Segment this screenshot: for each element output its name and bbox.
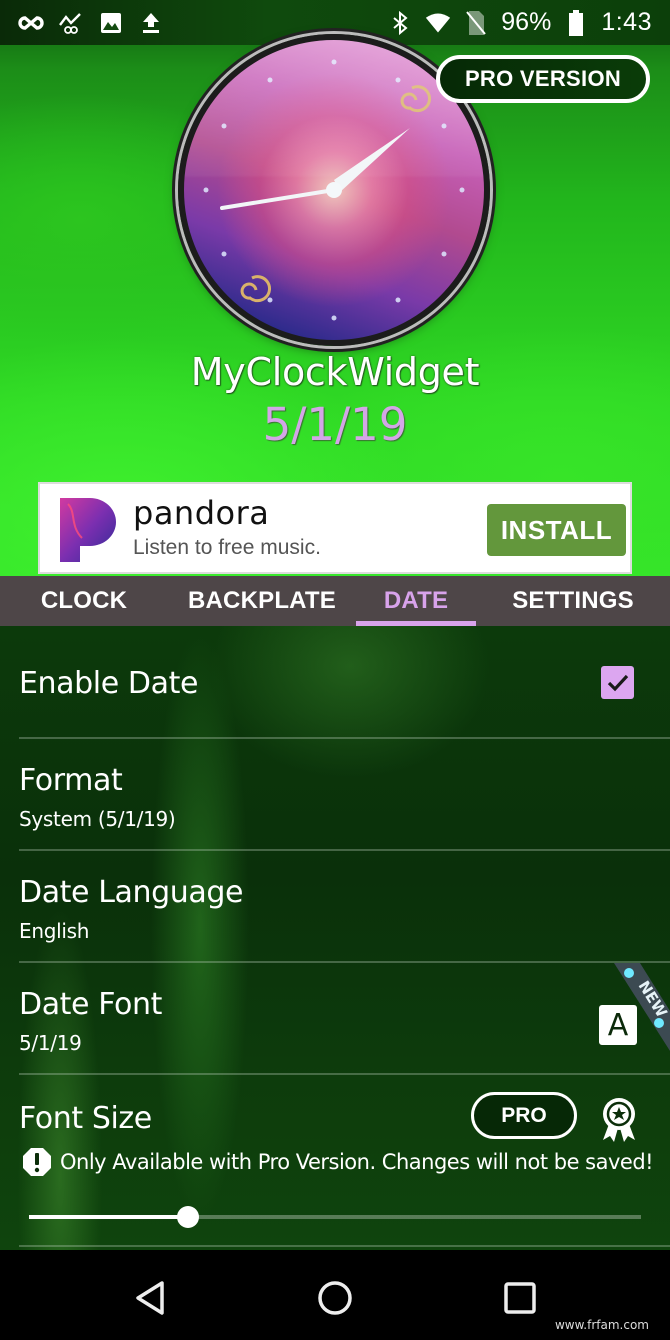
slider-thumb[interactable]: [177, 1206, 200, 1228]
warning-text: Only Available with Pro Version. Changes…: [60, 1150, 654, 1174]
setting-title: Enable Date: [19, 666, 199, 701]
slider-fill: [29, 1215, 189, 1219]
watermark: www.frfam.com: [554, 1318, 649, 1332]
setting-title: Date Font: [19, 987, 162, 1022]
award-icon[interactable]: [597, 1096, 641, 1142]
navigation-bar: www.frfam.com: [0, 1250, 670, 1340]
pandora-logo-icon: [60, 498, 116, 562]
ad-banner[interactable]: pandora Listen to free music. INSTALL: [38, 482, 632, 574]
pro-button[interactable]: PRO: [471, 1092, 577, 1139]
battery-percent: 96%: [501, 8, 552, 36]
minute-hand: [220, 188, 336, 210]
home-icon[interactable]: [315, 1278, 355, 1318]
setting-date-font[interactable]: Date Font 5/1/19 A NEW: [19, 963, 670, 1075]
new-badge-icon: NEW: [614, 963, 670, 1051]
pro-warning: Only Available with Pro Version. Changes…: [22, 1147, 654, 1177]
setting-font-size: Font Size PRO Only Available with Pro Ve…: [19, 1075, 670, 1247]
image-icon: [98, 10, 124, 36]
battery-icon: [563, 9, 589, 36]
ad-tagline: Listen to free music.: [133, 536, 321, 559]
hour-hand: [334, 128, 410, 192]
setting-title: Format: [19, 763, 123, 798]
setting-format[interactable]: Format System (5/1/19): [19, 739, 670, 851]
app-name: MyClockWidget: [190, 350, 480, 394]
upload-icon: [138, 10, 164, 36]
clock-time: 1:43: [601, 8, 652, 36]
alert-icon: [23, 1148, 51, 1176]
setting-value: System (5/1/19): [19, 807, 176, 831]
setting-enable-date[interactable]: Enable Date: [19, 626, 670, 739]
tab-date[interactable]: DATE: [356, 576, 476, 626]
setting-date-language[interactable]: Date Language English: [19, 851, 670, 963]
wifi-icon: [425, 10, 451, 36]
header-background: 96% 1:43 PRO VERSION MyClockWidget 5/1/1…: [0, 0, 670, 578]
date-settings-list: Enable Date Format System (5/1/19) Date …: [0, 626, 670, 1250]
pro-version-button[interactable]: PRO VERSION: [436, 55, 650, 103]
swirl-ornament-icon: [240, 85, 431, 303]
tab-bar: CLOCK BACKPLATE DATE SETTINGS: [0, 576, 670, 626]
analytics-icon: [58, 10, 84, 36]
setting-value: 5/1/19: [19, 1031, 82, 1055]
font-size-slider[interactable]: [29, 1205, 641, 1229]
ad-brand: pandora: [133, 494, 270, 532]
date-preview: 5/1/19: [262, 398, 408, 451]
setting-title: Date Language: [19, 875, 244, 910]
recents-icon[interactable]: [500, 1278, 540, 1318]
back-icon[interactable]: [130, 1278, 170, 1318]
bluetooth-icon: [387, 10, 413, 36]
setting-value: English: [19, 919, 90, 943]
tab-settings[interactable]: SETTINGS: [476, 576, 670, 626]
tab-backplate[interactable]: BACKPLATE: [168, 576, 356, 626]
setting-title: Font Size: [19, 1101, 152, 1136]
clock-dots: [203, 59, 465, 321]
infinity-icon: [18, 10, 44, 36]
enable-date-checkbox[interactable]: [601, 666, 634, 699]
tab-clock[interactable]: CLOCK: [0, 576, 168, 626]
install-button[interactable]: INSTALL: [487, 504, 626, 556]
clock-center: [326, 182, 342, 198]
no-sim-icon: [463, 10, 489, 36]
check-icon: [607, 674, 628, 691]
